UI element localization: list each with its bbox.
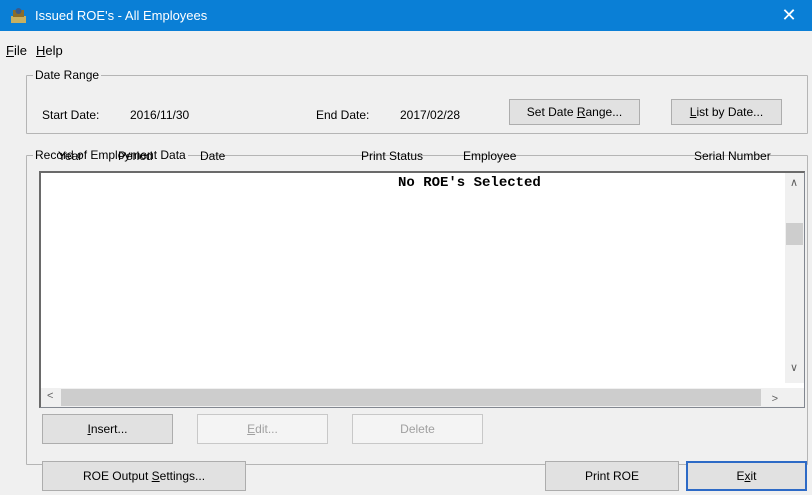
menu-bar: File Help xyxy=(0,42,812,62)
roe-data-label: Record of Employment Data xyxy=(33,148,188,162)
scroll-corner xyxy=(785,388,804,407)
insert-button[interactable]: Insert... xyxy=(42,414,173,444)
column-print-status[interactable]: Print Status xyxy=(361,149,423,163)
exit-button[interactable]: Exit xyxy=(686,461,807,491)
title-bar: Issued ROE's - All Employees ✕ xyxy=(0,0,812,31)
scroll-left-icon[interactable]: < xyxy=(47,390,53,402)
delete-button[interactable]: Delete xyxy=(352,414,483,444)
edit-button[interactable]: Edit... xyxy=(197,414,328,444)
end-date-value: 2017/02/28 xyxy=(400,108,461,122)
window-title: Issued ROE's - All Employees xyxy=(35,8,208,23)
column-employee[interactable]: Employee xyxy=(463,149,516,163)
print-roe-button[interactable]: Print ROE xyxy=(545,461,679,491)
column-serial-number[interactable]: Serial Number xyxy=(694,149,771,163)
horizontal-scroll-thumb[interactable] xyxy=(61,389,761,406)
vertical-scrollbar[interactable]: ∧ ∨ xyxy=(785,173,804,383)
close-icon[interactable]: ✕ xyxy=(766,0,812,31)
scroll-right-icon[interactable]: > xyxy=(772,393,778,405)
menu-help[interactable]: Help xyxy=(36,43,63,58)
column-date[interactable]: Date xyxy=(200,149,225,163)
roe-output-settings-button[interactable]: ROE Output Settings... xyxy=(42,461,246,491)
column-year[interactable]: Year xyxy=(58,149,82,163)
column-period[interactable]: Period xyxy=(118,149,153,163)
empty-list-message: No ROE's Selected xyxy=(398,175,541,191)
scroll-down-icon[interactable]: ∨ xyxy=(790,361,798,374)
start-date-value: 2016/11/30 xyxy=(130,108,190,122)
menu-file[interactable]: File xyxy=(6,43,27,58)
date-range-label: Date Range xyxy=(33,68,102,82)
start-date-label: Start Date: xyxy=(42,108,100,122)
roe-list[interactable]: No ROE's Selected ∧ ∨ < > xyxy=(39,171,805,408)
vertical-scroll-thumb[interactable] xyxy=(786,223,803,245)
end-date-label: End Date: xyxy=(316,108,370,122)
horizontal-scrollbar[interactable]: < xyxy=(41,388,786,407)
app-icon xyxy=(11,8,26,23)
scroll-up-icon[interactable]: ∧ xyxy=(790,176,798,189)
list-by-date-button[interactable]: List by Date... xyxy=(671,99,782,125)
set-date-range-button[interactable]: Set Date Range... xyxy=(509,99,640,125)
